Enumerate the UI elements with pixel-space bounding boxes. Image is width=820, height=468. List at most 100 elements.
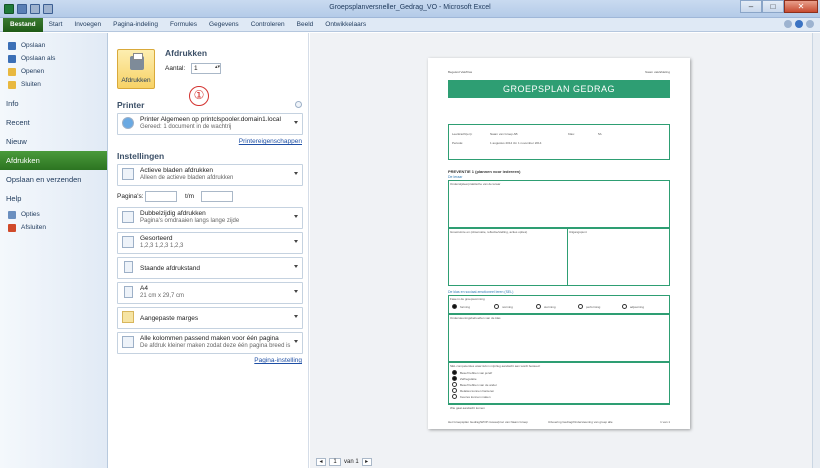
- preview-scrollbar[interactable]: [812, 33, 820, 468]
- print-what-title: Actieve bladen afdrukken: [140, 167, 213, 174]
- doc-box-4-label: SEL competenties waar ik/om mijn/leg aan…: [450, 364, 541, 368]
- sel-label-1: Besef hebben van jezelf: [460, 371, 493, 375]
- phase-radio-storming: [536, 304, 541, 309]
- phase-radio-forming: [452, 304, 457, 309]
- printer-properties-link[interactable]: Printereigenschappen: [239, 138, 302, 145]
- tab-bestand[interactable]: Bestand: [3, 17, 43, 32]
- scaling-icon: [122, 336, 134, 348]
- tab-formules[interactable]: Formules: [164, 18, 203, 32]
- phase-radio-adjourning: [622, 304, 627, 309]
- prev-page-button[interactable]: ◂: [316, 458, 326, 466]
- nav-item-afsluiten[interactable]: Afsluiten: [0, 221, 107, 234]
- nav-item-opties[interactable]: Opties: [0, 208, 107, 221]
- page-setup-link[interactable]: Pagina-instelling: [254, 357, 302, 364]
- tab-beeld[interactable]: Beeld: [291, 18, 320, 32]
- doc-footer-left: Het Groepsplan Gedrag/WOP niveau/proc va…: [448, 420, 528, 424]
- save-as-icon: [8, 54, 16, 63]
- nav-item-info[interactable]: Info: [0, 94, 107, 113]
- nav-item-sluiten[interactable]: Sluiten: [0, 78, 107, 91]
- phase-label-norming: norming: [502, 305, 513, 309]
- doc-section-1: PREVENTIE 1 (plannen voor iedereen): [448, 169, 521, 174]
- print-settings-panel: Afdrukken Afdrukken Aantal: 1 ▴▾ ① Print…: [109, 33, 309, 468]
- printer-icon: [130, 53, 144, 70]
- backstage-nav: Opslaan Opslaan als Openen Sluiten Info …: [0, 33, 108, 468]
- tab-ontwikkelaars[interactable]: Ontwikkelaars: [319, 18, 372, 32]
- duplex-select[interactable]: Dubbelzijdig afdrukken Pagina's omdraaie…: [117, 207, 303, 229]
- print-what-desc: Alleen de actieve bladen afdrukken: [140, 175, 234, 181]
- paper-title: A4: [140, 285, 148, 292]
- window-restore-icon[interactable]: [806, 20, 814, 28]
- print-button-label: Afdrukken: [121, 77, 151, 84]
- duplex-desc: Pagina's omdraaien langs lange zijde: [140, 218, 240, 224]
- printer-heading: Printer: [117, 100, 145, 110]
- doc-box-2b: [567, 228, 670, 286]
- print-button[interactable]: Afdrukken: [117, 49, 155, 89]
- chevron-down-icon: [294, 215, 298, 218]
- doc-box-2a-label: Groeiruimte en (observatie, reflectie/st…: [450, 230, 528, 234]
- pages-to-label: t/m: [185, 193, 195, 200]
- print-preview-area: Begeleid Vak/Klas Naam vak/afdeling GROE…: [310, 33, 812, 468]
- nav-item-help[interactable]: Help: [0, 189, 107, 208]
- sel-label-2: Zelfregulatie: [460, 377, 477, 381]
- chevron-down-icon: [294, 121, 298, 124]
- copies-value: 1: [194, 65, 198, 72]
- collate-select[interactable]: Gesorteerd 1,2,3 1,2,3 1,2,3: [117, 232, 303, 254]
- print-what-select[interactable]: Actieve bladen afdrukken Alleen de actie…: [117, 164, 303, 186]
- phase-radio-performing: [578, 304, 583, 309]
- sel-radio-3: [452, 382, 457, 387]
- settings-heading: Instellingen: [117, 151, 165, 161]
- nav-item-opslaan-als[interactable]: Opslaan als: [0, 52, 107, 65]
- chevron-down-icon: [294, 340, 298, 343]
- scaling-select[interactable]: Alle kolommen passend maken voor één pag…: [117, 332, 303, 354]
- next-page-button[interactable]: ▸: [361, 458, 372, 466]
- tab-controleren[interactable]: Controleren: [245, 18, 291, 32]
- portrait-icon: [124, 261, 133, 273]
- sheet-icon: [122, 168, 134, 180]
- save-icon: [8, 41, 16, 50]
- printer-status: Gereed: 1 document in de wachtrij: [140, 124, 232, 130]
- minimize-button[interactable]: –: [740, 0, 762, 13]
- tab-gegevens[interactable]: Gegevens: [203, 18, 245, 32]
- collate-title: Gesorteerd: [140, 235, 173, 242]
- phase-label-performing: performing: [586, 305, 601, 309]
- nav-item-recent[interactable]: Recent: [0, 113, 107, 132]
- doc-footer-right: 1 van 1: [660, 420, 670, 424]
- exit-icon: [8, 223, 16, 232]
- orientation-title: Staande afdrukstand: [140, 265, 200, 272]
- pages-to-input[interactable]: [201, 191, 233, 202]
- sel-radio-5: [452, 394, 457, 399]
- doc-box-1-label: Onderwijsleerpraktische van de leraar: [450, 182, 501, 186]
- doc-box-2b-label: Uitgangspunt: [569, 230, 587, 234]
- orientation-select[interactable]: Staande afdrukstand: [117, 257, 303, 279]
- sel-label-3: Besef hebben van de ander: [460, 383, 497, 387]
- minimize-ribbon-icon[interactable]: [784, 20, 792, 28]
- window-controls: – □ ✕: [740, 0, 818, 13]
- sel-radio-1: [452, 370, 457, 375]
- help-icon[interactable]: [795, 20, 803, 28]
- tab-pagina-indeling[interactable]: Pagina-indeling: [107, 18, 164, 32]
- nav-item-nieuw[interactable]: Nieuw: [0, 132, 107, 151]
- tab-invoegen[interactable]: Invoegen: [68, 18, 107, 32]
- doc-info-label-3: Periode:: [452, 141, 464, 145]
- close-folder-icon: [8, 80, 16, 89]
- margins-select[interactable]: Aangepaste marges: [117, 307, 303, 329]
- pages-label: Pagina's:: [117, 193, 144, 200]
- copies-spinner-icon[interactable]: ▴▾: [215, 64, 220, 70]
- nav-item-afdrukken[interactable]: Afdrukken: [0, 151, 107, 170]
- scaling-title: Alle kolommen passend maken voor één pag…: [140, 335, 279, 342]
- printer-select[interactable]: Printer Algemeen op printclspooler.domai…: [117, 113, 303, 135]
- info-icon[interactable]: [295, 101, 302, 108]
- nav-item-openen[interactable]: Openen: [0, 65, 107, 78]
- nav-item-opslaan[interactable]: Opslaan: [0, 39, 107, 52]
- tab-start[interactable]: Start: [43, 18, 69, 32]
- close-button[interactable]: ✕: [784, 0, 818, 13]
- maximize-button[interactable]: □: [762, 0, 784, 13]
- paper-size-select[interactable]: A4 21 cm x 29,7 cm: [117, 282, 303, 304]
- doc-top-left: Begeleid Vak/Klas: [448, 70, 473, 74]
- paper-desc: 21 cm x 29,7 cm: [140, 293, 185, 299]
- page-number-input[interactable]: 1: [329, 458, 341, 466]
- sel-radio-2: [452, 376, 457, 381]
- pages-from-input[interactable]: [145, 191, 177, 202]
- nav-item-opslaan-en-verzenden[interactable]: Opslaan en verzenden: [0, 170, 107, 189]
- ribbon-help-area: [784, 20, 814, 28]
